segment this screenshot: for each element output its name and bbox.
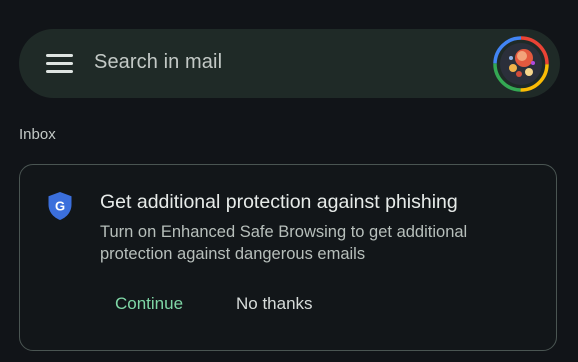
search-bar[interactable]: Search in mail xyxy=(19,29,560,98)
shield-letter: G xyxy=(55,199,65,214)
continue-button[interactable]: Continue xyxy=(115,294,183,314)
search-input[interactable]: Search in mail xyxy=(94,51,222,74)
phishing-protection-card: G Get additional protection against phis… xyxy=(19,164,557,351)
inbox-label: Inbox xyxy=(19,126,56,143)
card-title: Get additional protection against phishi… xyxy=(100,191,458,213)
no-thanks-button[interactable]: No thanks xyxy=(236,294,313,314)
card-body: Turn on Enhanced Safe Browsing to get ad… xyxy=(100,223,468,263)
google-shield-icon: G xyxy=(47,191,73,221)
hamburger-menu-icon[interactable] xyxy=(46,53,73,75)
account-avatar[interactable] xyxy=(493,36,549,92)
